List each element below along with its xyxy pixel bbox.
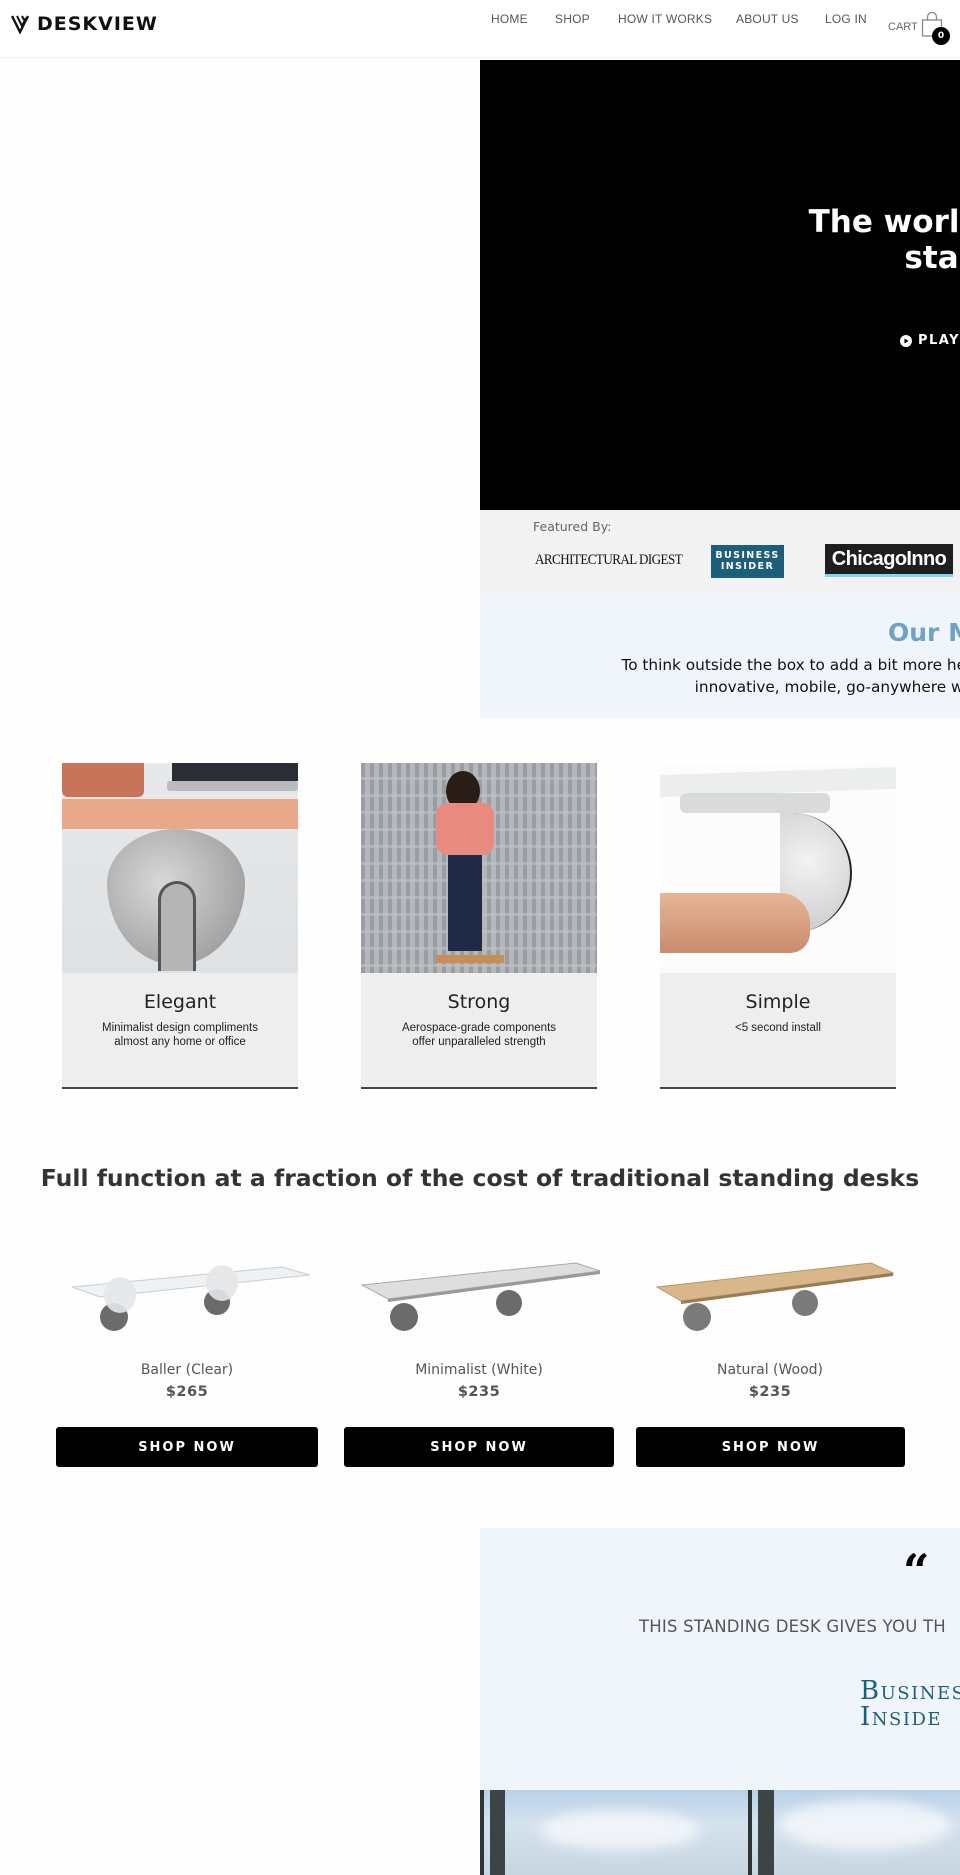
product-image-minimalist[interactable]	[344, 1245, 614, 1345]
chicagoinno-logo: ChicagoInno	[825, 544, 953, 577]
quote-icon: “	[903, 1544, 930, 1598]
mission-title: Our M	[888, 618, 960, 647]
feature-image-simple	[660, 763, 896, 973]
testimonial-section: “ THIS STANDING DESK GIVES YOU TH Busine…	[480, 1528, 960, 1790]
cart-button[interactable]: CART 0	[888, 12, 958, 48]
office-window-image	[480, 1790, 960, 1875]
window-frame	[748, 1790, 752, 1875]
product-card-baller: Baller (Clear) $265 SHOP NOW	[52, 1245, 322, 1470]
product-price: $265	[165, 1384, 209, 1400]
feature-title: Strong	[447, 991, 511, 1013]
shop-now-button[interactable]: SHOP NOW	[636, 1427, 905, 1467]
feature-card-simple: Simple <5 second install	[660, 763, 896, 1089]
shop-now-button[interactable]: SHOP NOW	[344, 1427, 614, 1467]
cloud-shape	[780, 1800, 950, 1850]
deskview-logo-icon	[11, 15, 30, 34]
nav-home[interactable]: HOME	[491, 12, 528, 26]
comparison-title: Full function at a fraction of the cost …	[40, 1164, 920, 1192]
site-header: DESKVIEW HOME SHOP HOW IT WORKS ABOUT US…	[0, 0, 960, 58]
cloud-shape	[540, 1810, 700, 1850]
nav-how-it-works[interactable]: HOW IT WORKS	[618, 12, 712, 26]
mission-section: Our M To think outside the box to add a …	[480, 593, 960, 718]
product-price: $235	[457, 1384, 501, 1400]
testimonial-source-logo: Busines Inside	[860, 1676, 960, 1732]
product-card-minimalist: Minimalist (White) $235 SHOP NOW	[344, 1245, 614, 1470]
product-card-natural: Natural (Wood) $235 SHOP NOW	[635, 1245, 905, 1470]
feature-image-strong	[361, 763, 597, 973]
nav-log-in[interactable]: LOG IN	[825, 12, 867, 26]
feature-card-elegant: Elegant Minimalist design compliments al…	[62, 763, 298, 1089]
feature-image-elegant	[62, 763, 298, 973]
window-frame	[480, 1790, 484, 1875]
feature-card-strong: Strong Aerospace-grade components offer …	[361, 763, 597, 1089]
hero-video-section: The world's first w standin PLAY	[480, 60, 960, 510]
window-frame	[758, 1790, 774, 1875]
architectural-digest-logo: ARCHITECTURAL DIGEST	[535, 552, 683, 568]
window-frame	[490, 1790, 505, 1875]
testimonial-quote: THIS STANDING DESK GIVES YOU TH	[639, 1617, 946, 1636]
feature-description: <5 second install	[735, 1022, 821, 1034]
business-insider-logo: BUSINESS INSIDER	[711, 545, 784, 578]
hero-title: The world's first w standin	[808, 204, 960, 276]
play-video-button[interactable]: PLAY	[900, 333, 960, 348]
featured-by-label: Featured By:	[533, 519, 612, 534]
product-image-baller[interactable]	[52, 1245, 322, 1345]
featured-by-section: Featured By: ARCHITECTURAL DIGEST BUSINE…	[480, 510, 960, 593]
mission-text: To think outside the box to add a bit mo…	[621, 656, 960, 696]
product-name: Natural (Wood)	[716, 1362, 824, 1378]
cart-count-badge: 0	[932, 27, 950, 45]
feature-description: Aerospace-grade components offer unparal…	[401, 1022, 557, 1048]
product-name: Baller (Clear)	[140, 1362, 234, 1378]
shop-now-button[interactable]: SHOP NOW	[56, 1427, 318, 1467]
nav-shop[interactable]: SHOP	[555, 12, 590, 26]
nav-about-us[interactable]: ABOUT US	[736, 12, 799, 26]
feature-title: Elegant	[143, 991, 217, 1013]
product-image-natural[interactable]	[635, 1245, 905, 1345]
brand-name: DESKVIEW	[37, 13, 158, 35]
product-name: Minimalist (White)	[415, 1362, 543, 1378]
play-label: PLAY	[918, 333, 960, 348]
feature-description: Minimalist design compliments almost any…	[102, 1022, 258, 1048]
feature-title: Simple	[745, 991, 811, 1013]
play-circle-icon	[900, 334, 912, 347]
product-price: $235	[748, 1384, 792, 1400]
cart-label: CART	[888, 21, 918, 33]
brand-logo[interactable]: DESKVIEW	[11, 13, 158, 35]
